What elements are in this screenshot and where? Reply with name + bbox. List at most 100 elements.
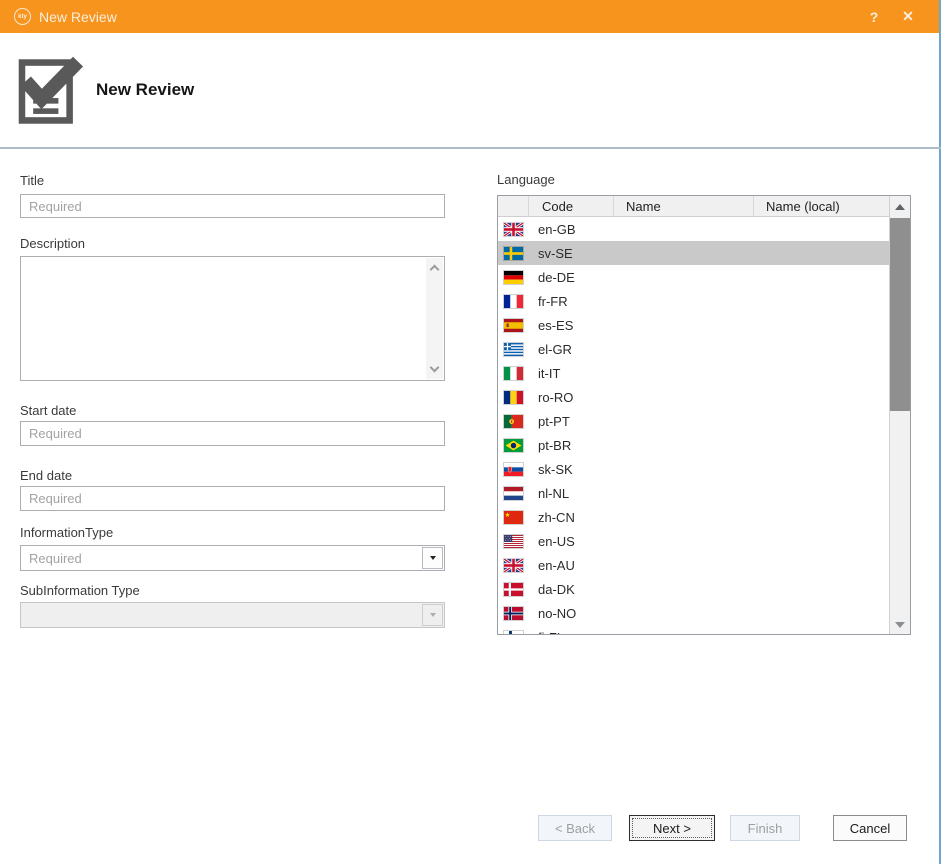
scroll-down-button[interactable] [890, 616, 910, 634]
language-code: ro-RO [529, 390, 614, 405]
end-date-input[interactable] [20, 486, 445, 511]
column-header-name-local[interactable]: Name (local) [754, 196, 889, 216]
flag-icon [498, 511, 529, 524]
end-date-label: End date [20, 468, 72, 483]
language-list-scrollbar[interactable] [889, 196, 910, 634]
dropdown-arrow-button[interactable] [422, 547, 443, 569]
information-type-select[interactable]: Required [20, 545, 445, 571]
information-type-value: Required [29, 551, 82, 566]
close-button[interactable]: ✕ [891, 8, 925, 25]
language-code: zh-CN [529, 510, 614, 525]
language-row[interactable]: fi-FI [498, 625, 889, 634]
column-header-name[interactable]: Name [614, 196, 754, 216]
language-code: en-GB [529, 222, 614, 237]
language-row[interactable]: pt-PT [498, 409, 889, 433]
back-button: < Back [538, 815, 612, 841]
language-row[interactable]: ro-RO [498, 385, 889, 409]
language-list: Code Name Name (local) en-GB sv-SE de-DE fr… [497, 195, 911, 635]
flag-icon [498, 463, 529, 476]
flag-icon [498, 343, 529, 356]
description-scrollbar[interactable] [426, 258, 443, 379]
flag-icon [498, 583, 529, 596]
cancel-button[interactable]: Cancel [833, 815, 907, 841]
title-input[interactable] [20, 194, 445, 218]
language-row[interactable]: el-GR [498, 337, 889, 361]
language-code: en-AU [529, 558, 614, 573]
flag-icon [498, 271, 529, 284]
description-label: Description [20, 236, 85, 251]
language-code: en-US [529, 534, 614, 549]
language-row[interactable]: da-DK [498, 577, 889, 601]
description-field-frame [20, 256, 445, 381]
title-label: Title [20, 173, 44, 188]
subinformation-type-select [20, 602, 445, 628]
language-code: de-DE [529, 270, 614, 285]
language-code: sk-SK [529, 462, 614, 477]
flag-icon [498, 391, 529, 404]
title-bar: kty New Review ? ✕ [0, 0, 939, 33]
language-row[interactable]: en-AU [498, 553, 889, 577]
flag-icon [498, 247, 529, 260]
language-code: fr-FR [529, 294, 614, 309]
language-code: pt-BR [529, 438, 614, 453]
column-header-flag [498, 196, 529, 216]
scroll-up-icon[interactable] [430, 265, 440, 275]
description-textarea[interactable] [21, 257, 426, 380]
language-row[interactable]: sk-SK [498, 457, 889, 481]
chevron-down-icon [430, 613, 436, 617]
language-row[interactable]: nl-NL [498, 481, 889, 505]
new-review-dialog: kty New Review ? ✕ New Review Title Desc… [0, 0, 941, 864]
language-row[interactable]: no-NO [498, 601, 889, 625]
language-row[interactable]: es-ES [498, 313, 889, 337]
flag-icon [498, 559, 529, 572]
language-row[interactable]: en-GB [498, 217, 889, 241]
language-list-header: Code Name Name (local) [498, 196, 889, 217]
help-button[interactable]: ? [857, 9, 891, 25]
subinformation-type-label: SubInformation Type [20, 583, 140, 598]
flag-icon [498, 415, 529, 428]
window-title: New Review [39, 9, 857, 25]
chevron-down-icon [430, 556, 436, 560]
app-logo-icon: kty [14, 8, 31, 25]
language-list-body: en-GB sv-SE de-DE fr-FR es-ES el-GR it-IT ro-RO… [498, 217, 889, 634]
language-code: es-ES [529, 318, 614, 333]
scroll-up-button[interactable] [890, 196, 910, 217]
flag-icon [498, 487, 529, 500]
page-title: New Review [96, 80, 194, 100]
language-row[interactable]: it-IT [498, 361, 889, 385]
flag-icon [498, 367, 529, 380]
flag-icon [498, 223, 529, 236]
flag-icon [498, 631, 529, 635]
triangle-down-icon [895, 622, 905, 628]
language-code: sv-SE [529, 246, 614, 261]
language-row[interactable]: pt-BR [498, 433, 889, 457]
language-label: Language [497, 172, 555, 187]
finish-button: Finish [730, 815, 800, 841]
language-code: it-IT [529, 366, 614, 381]
language-row[interactable]: zh-CN [498, 505, 889, 529]
information-type-label: InformationType [20, 525, 113, 540]
flag-icon [498, 607, 529, 620]
language-row[interactable]: de-DE [498, 265, 889, 289]
scroll-down-icon[interactable] [430, 363, 440, 373]
header-divider [0, 147, 941, 149]
flag-icon [498, 319, 529, 332]
scrollbar-thumb[interactable] [890, 218, 910, 411]
column-header-code[interactable]: Code [529, 196, 614, 216]
language-code: nl-NL [529, 486, 614, 501]
language-code: da-DK [529, 582, 614, 597]
triangle-up-icon [895, 204, 905, 210]
language-row[interactable]: sv-SE [498, 241, 889, 265]
flag-icon [498, 535, 529, 548]
language-code: fi-FI [529, 630, 614, 635]
start-date-label: Start date [20, 403, 76, 418]
language-row[interactable]: fr-FR [498, 289, 889, 313]
start-date-input[interactable] [20, 421, 445, 446]
next-button[interactable]: Next > [629, 815, 715, 841]
flag-icon [498, 295, 529, 308]
flag-icon [498, 439, 529, 452]
dropdown-arrow-button-disabled [422, 604, 443, 626]
language-row[interactable]: en-US [498, 529, 889, 553]
language-code: no-NO [529, 606, 614, 621]
language-code: pt-PT [529, 414, 614, 429]
